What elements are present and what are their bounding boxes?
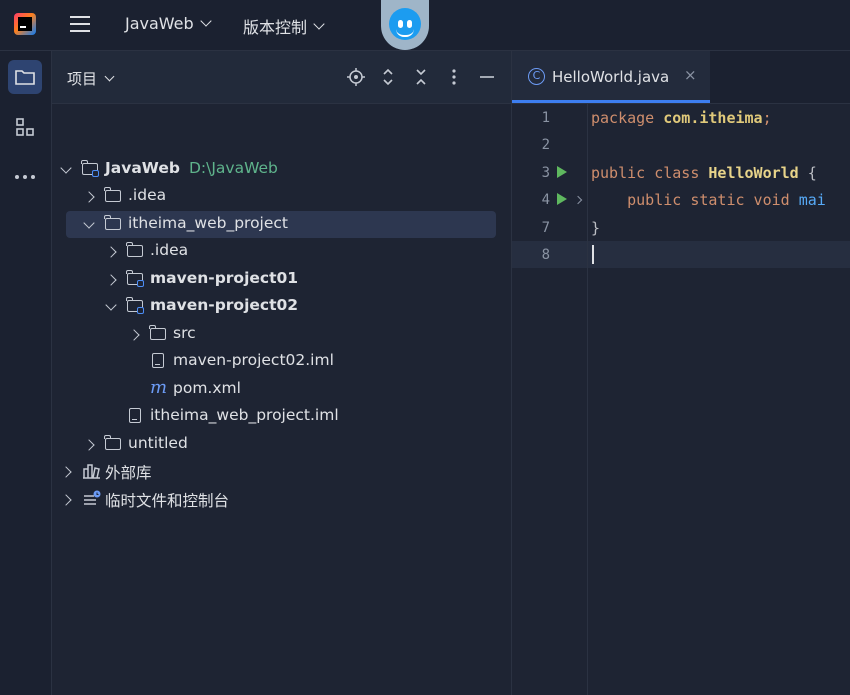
- tree-item-untitled[interactable]: untitled: [52, 431, 511, 458]
- line-number: 7: [541, 220, 550, 236]
- project-tool-button[interactable]: [8, 60, 42, 94]
- code-line-1[interactable]: package com.itheima;: [591, 109, 772, 127]
- expand-arrow-icon[interactable]: [104, 299, 118, 314]
- tree-item-label: 外部库: [105, 464, 152, 482]
- collapsed-arrow-icon[interactable]: [59, 493, 73, 507]
- vcs-menu-label: 版本控制: [243, 18, 308, 37]
- run-icon[interactable]: [557, 166, 567, 178]
- tool-window-bar: [0, 51, 52, 695]
- close-icon[interactable]: ×: [684, 66, 697, 84]
- tree-item-label: pom.xml: [173, 379, 241, 397]
- more-tools-button[interactable]: [8, 160, 42, 194]
- hide-panel-icon[interactable]: [479, 68, 495, 84]
- editor-gutter: 1 2 3 4 7 8: [512, 103, 588, 695]
- project-switcher[interactable]: JavaWeb: [125, 14, 212, 33]
- fold-arrow-icon[interactable]: [573, 195, 583, 205]
- tree-item-scratches[interactable]: 临时文件和控制台: [52, 486, 511, 513]
- expand-arrow-icon[interactable]: [59, 162, 73, 177]
- folder-icon: [104, 187, 123, 204]
- module-folder-icon: [126, 270, 145, 287]
- collapsed-arrow-icon[interactable]: [104, 273, 118, 287]
- folder-icon: [15, 70, 35, 85]
- collapse-all-icon[interactable]: [413, 68, 429, 85]
- line-number: 2: [541, 137, 550, 153]
- module-folder-icon: [126, 297, 145, 314]
- chevron-down-icon: [313, 17, 325, 30]
- line-number: 3: [541, 165, 550, 181]
- tree-item-label: .idea: [128, 186, 167, 204]
- line-number: 1: [541, 110, 550, 126]
- text-caret: [592, 245, 594, 264]
- collapsed-arrow-icon[interactable]: [127, 328, 141, 342]
- tree-item-label: maven-project01: [150, 269, 299, 287]
- tree-item-pom-xml[interactable]: m pom.xml: [52, 376, 511, 403]
- tree-item-itheima-web-project[interactable]: itheima_web_project: [66, 211, 496, 238]
- line-number: 4: [541, 192, 550, 208]
- tab-label: HelloWorld.java: [552, 68, 670, 86]
- tree-item-maven-project01[interactable]: maven-project01: [52, 266, 511, 293]
- run-icon[interactable]: [557, 193, 567, 205]
- project-switcher-label: JavaWeb: [125, 14, 194, 33]
- chevron-down-icon: [200, 15, 212, 27]
- chevron-down-icon: [104, 71, 115, 81]
- assistant-bot-icon[interactable]: [381, 0, 429, 50]
- tree-item-itheima-iml[interactable]: itheima_web_project.iml: [52, 403, 511, 430]
- tree-item-label: JavaWeb D:\JavaWeb: [105, 159, 278, 177]
- iml-file-icon: [127, 408, 145, 424]
- tree-item-maven-project02-iml[interactable]: maven-project02.iml: [52, 348, 511, 375]
- tree-item-label: itheima_web_project.iml: [150, 406, 339, 424]
- scratches-icon: [83, 490, 101, 506]
- editor: C HelloWorld.java × 1 2 3 4 7 8 package …: [512, 51, 850, 695]
- tree-item-label: src: [173, 324, 196, 342]
- tree-item-maven-project02[interactable]: maven-project02: [52, 293, 511, 320]
- editor-tabs: C HelloWorld.java ×: [512, 51, 850, 104]
- tree-item-label: untitled: [128, 434, 188, 452]
- line-number: 8: [541, 247, 550, 263]
- tree-item-label: 临时文件和控制台: [105, 492, 230, 510]
- iml-file-icon: [150, 353, 168, 369]
- tree-item-label: maven-project02: [150, 296, 299, 314]
- tree-item-src[interactable]: src: [52, 321, 511, 348]
- tree-item-javaweb[interactable]: JavaWeb D:\JavaWeb: [52, 156, 511, 183]
- library-icon: [83, 463, 101, 479]
- code-line-7[interactable]: }: [591, 219, 600, 237]
- locate-file-icon[interactable]: [347, 68, 365, 86]
- folder-icon: [149, 325, 168, 342]
- collapsed-arrow-icon[interactable]: [82, 190, 96, 204]
- java-class-icon: C: [528, 68, 545, 85]
- vcs-menu[interactable]: 版本控制: [243, 14, 325, 38]
- options-menu-icon[interactable]: [446, 68, 462, 85]
- tree-item-idea-nested[interactable]: .idea: [52, 238, 511, 265]
- project-view-selector[interactable]: 项目: [67, 68, 115, 89]
- collapsed-arrow-icon[interactable]: [104, 245, 118, 259]
- tree-item-idea[interactable]: .idea: [52, 183, 511, 210]
- expand-all-icon[interactable]: [380, 68, 396, 86]
- more-icon: [15, 175, 35, 179]
- tree-item-label: .idea: [150, 241, 189, 259]
- structure-tool-button[interactable]: [8, 110, 42, 144]
- code-line-3[interactable]: public class HelloWorld {: [591, 164, 817, 182]
- expand-arrow-icon[interactable]: [82, 217, 96, 232]
- tree-item-external-libraries[interactable]: 外部库: [52, 458, 511, 485]
- collapsed-arrow-icon[interactable]: [82, 438, 96, 452]
- project-panel: 项目 JavaWeb D:\JavaWeb .idea itheima_web_…: [52, 51, 512, 695]
- tab-helloworld-java[interactable]: C HelloWorld.java ×: [512, 51, 710, 103]
- project-panel-title: 项目: [67, 70, 98, 88]
- structure-icon: [16, 118, 34, 136]
- tree-item-label: maven-project02.iml: [173, 351, 334, 369]
- folder-icon: [126, 242, 145, 259]
- maven-file-icon: m: [150, 377, 168, 398]
- collapsed-arrow-icon[interactable]: [59, 465, 73, 479]
- project-panel-header: 项目: [52, 51, 511, 104]
- module-folder-icon: [81, 160, 100, 177]
- title-bar: JavaWeb 版本控制: [0, 0, 850, 51]
- main-menu-icon[interactable]: [70, 16, 90, 34]
- tree-item-label: itheima_web_project: [128, 214, 288, 232]
- folder-icon: [104, 215, 123, 232]
- folder-icon: [104, 435, 123, 452]
- intellij-logo-icon[interactable]: [14, 13, 36, 35]
- code-line-4[interactable]: public static void mai: [591, 191, 826, 209]
